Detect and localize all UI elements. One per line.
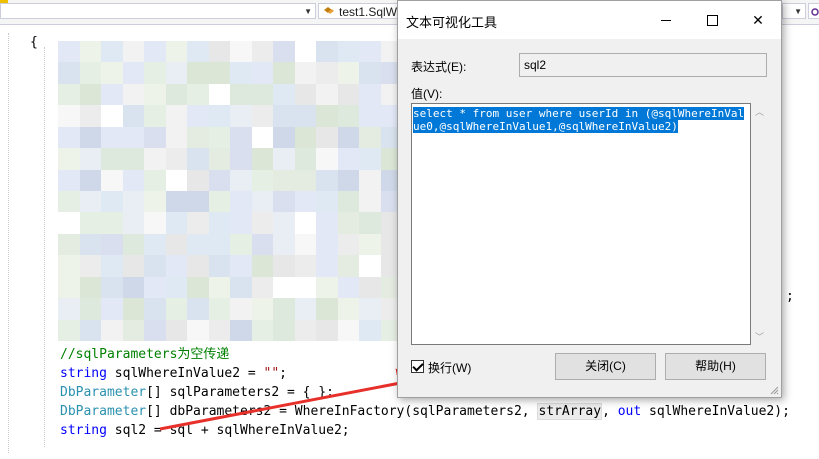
value-label: 值(V): xyxy=(411,87,443,101)
help-button[interactable]: 帮助(H) xyxy=(665,353,766,380)
close-button[interactable]: 关闭(C) xyxy=(555,353,656,380)
wrap-label[interactable]: 换行(W) xyxy=(428,359,471,376)
maximize-button[interactable] xyxy=(689,1,735,39)
value-textarea[interactable]: select * from user where userId in (@sql… xyxy=(411,103,751,345)
dialog-title: 文本可视化工具 xyxy=(406,15,498,30)
scroll-down-icon[interactable]: ﹀ xyxy=(755,330,764,343)
value-scrollbar[interactable]: ︿ ﹀ xyxy=(751,103,767,345)
minimize-icon xyxy=(661,20,671,21)
wrap-checkbox[interactable] xyxy=(411,360,424,373)
scroll-up-icon[interactable]: ︿ xyxy=(755,105,764,118)
close-icon: ✕ xyxy=(752,12,764,28)
close-window-button[interactable]: ✕ xyxy=(735,1,781,39)
title-bar[interactable]: 文本可视化工具 ✕ xyxy=(398,1,781,39)
expression-label: 表达式(E): xyxy=(411,60,467,74)
minimize-button[interactable] xyxy=(643,1,689,39)
resize-grip-icon[interactable] xyxy=(769,385,779,395)
text-visualizer-dialog: 文本可视化工具 ✕ 表达式(E): sql2 值(V): select * fr… xyxy=(397,0,782,398)
value-text: select * from user where userId in (@sql… xyxy=(413,107,745,133)
expression-field[interactable]: sql2 xyxy=(519,53,767,77)
maximize-icon xyxy=(707,15,718,26)
